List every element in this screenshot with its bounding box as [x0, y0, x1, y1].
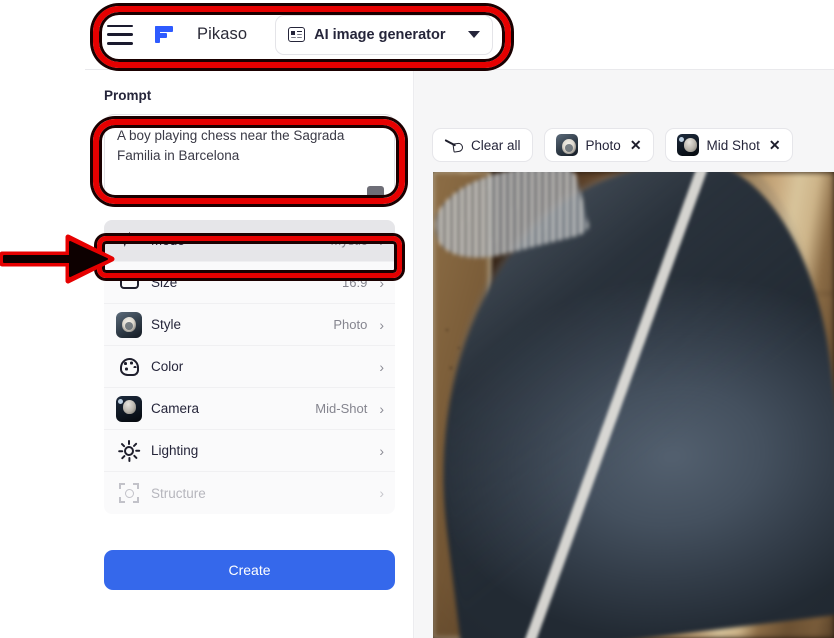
- sun-ray: [120, 441, 126, 448]
- tool-selector-dropdown[interactable]: AI image generator: [275, 14, 494, 55]
- hamburger-menu-icon[interactable]: [107, 24, 133, 45]
- chevron-right-icon: ›: [379, 274, 384, 291]
- option-label: Lighting: [151, 443, 199, 458]
- app-window: Pikaso AI image generator Prompt A boy p…: [85, 0, 834, 638]
- option-row-size[interactable]: Size 16:9 ›: [104, 262, 395, 304]
- option-row-style[interactable]: Style Photo ›: [104, 304, 395, 346]
- chevron-down-icon: [468, 31, 481, 38]
- sun-ray: [118, 449, 124, 452]
- sun-ray: [132, 453, 138, 460]
- chip-label: Clear all: [471, 137, 521, 153]
- main-content: Clear all Photo ✕ Mid Shot ✕: [415, 70, 834, 638]
- prompt-attachment-icon[interactable]: [367, 186, 384, 199]
- photo-style-thumbnail: [555, 134, 578, 156]
- chevron-right-icon: ›: [379, 358, 384, 375]
- chip-photo[interactable]: Photo ✕: [543, 128, 654, 162]
- chevron-right-icon: ›: [379, 442, 384, 459]
- option-value: Photo: [333, 317, 368, 332]
- option-value: Mid-Shot: [315, 401, 368, 416]
- sun-ray: [128, 456, 131, 462]
- chip-label: Mid Shot: [706, 137, 760, 153]
- active-filters-bar: Clear all Photo ✕ Mid Shot ✕: [432, 128, 793, 162]
- prompt-input[interactable]: A boy playing chess near the Sagrada Fam…: [104, 114, 395, 206]
- palette-icon: [116, 354, 142, 380]
- prompt-text-value: A boy playing chess near the Sagrada Fam…: [117, 128, 345, 163]
- option-label: Color: [151, 359, 184, 374]
- mid-shot-thumbnail: [676, 134, 699, 156]
- chevron-right-icon: ›: [379, 400, 384, 417]
- freepik-f-logo-icon[interactable]: [153, 23, 177, 47]
- structure-icon: [116, 480, 142, 506]
- broom-icon: [444, 137, 464, 154]
- sun-ray: [132, 441, 138, 448]
- generated-image-preview[interactable]: [433, 172, 834, 638]
- chip-label: Photo: [585, 137, 621, 153]
- chevron-right-icon: ›: [379, 316, 384, 333]
- sun-ray: [128, 439, 131, 445]
- left-panel: Prompt A boy playing chess near the Sagr…: [85, 70, 414, 638]
- option-row-camera[interactable]: Camera Mid-Shot ›: [104, 388, 395, 430]
- generation-options-list: Mode Mystic › Size 16:9 › Style Photo › …: [104, 220, 395, 514]
- style-thumbnail-icon: [116, 311, 142, 338]
- option-label: Structure: [151, 485, 206, 501]
- sun-ray: [120, 453, 126, 460]
- document-card-icon: [288, 27, 306, 42]
- app-header: Pikaso AI image generator: [85, 0, 834, 70]
- clear-all-button[interactable]: Clear all: [432, 128, 533, 162]
- create-button[interactable]: Create: [104, 550, 395, 590]
- sun-ray: [135, 449, 141, 452]
- sparkle-icon: [116, 228, 142, 254]
- hamburger-line: [107, 33, 133, 36]
- option-label: Mode: [151, 233, 185, 248]
- option-value: Mystic: [330, 233, 368, 248]
- close-icon[interactable]: ✕: [769, 138, 781, 152]
- option-row-structure: Structure ›: [104, 472, 395, 514]
- option-value: 16:9: [342, 275, 368, 290]
- chip-mid-shot[interactable]: Mid Shot ✕: [664, 128, 793, 162]
- rectangle-icon: [116, 270, 142, 296]
- prompt-label: Prompt: [104, 88, 152, 103]
- screenshot-root: Pikaso AI image generator Prompt A boy p…: [0, 0, 834, 638]
- option-row-mode[interactable]: Mode Mystic ›: [104, 220, 395, 262]
- option-label: Style: [151, 317, 182, 332]
- option-row-color[interactable]: Color ›: [104, 346, 395, 388]
- sun-icon: [116, 438, 142, 464]
- brand-name: Pikaso: [197, 25, 248, 43]
- option-label: Size: [151, 275, 178, 290]
- chevron-right-icon: ›: [379, 485, 384, 501]
- option-row-lighting[interactable]: Lighting ›: [104, 430, 395, 472]
- logo-bar-mid: [155, 32, 167, 38]
- option-label: Camera: [151, 401, 200, 416]
- chevron-right-icon: ›: [379, 232, 384, 249]
- tool-selector-label: AI image generator: [314, 26, 446, 43]
- hamburger-line: [107, 41, 133, 45]
- camera-thumbnail-icon: [116, 395, 142, 422]
- hamburger-line: [107, 24, 133, 28]
- close-icon[interactable]: ✕: [630, 138, 642, 152]
- preview-vignette: [433, 172, 834, 638]
